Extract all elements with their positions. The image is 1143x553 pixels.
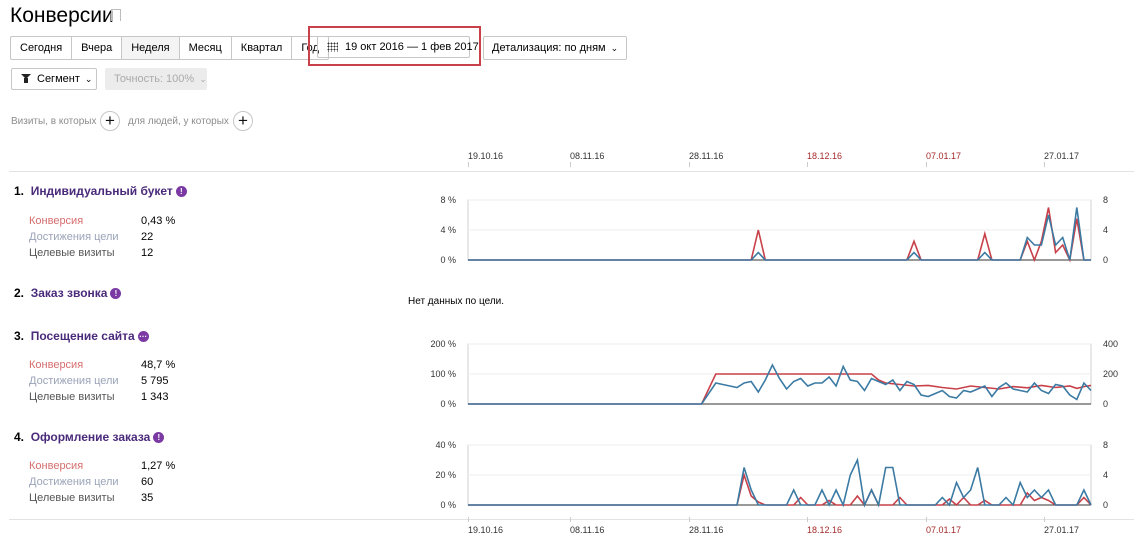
visits-series-line (468, 457, 1092, 508)
y-left-tick-label: 20 % (435, 470, 456, 480)
timeline-tick-label: 18.12.16 (807, 151, 842, 161)
conversion-value: 0,43 % (141, 215, 176, 227)
y-right-tick-label: 4 (1103, 225, 1108, 235)
achievements-value: 60 (141, 476, 154, 488)
conversion-label: Конверсия (29, 460, 84, 472)
timeline-tick-label: 07.01.17 (926, 525, 961, 535)
info-icon[interactable]: ! (175, 186, 187, 197)
goal-name: Оформление заказа (30, 430, 151, 444)
visits-label: Целевые визиты (29, 492, 115, 504)
visits-label: Целевые визиты (29, 247, 115, 259)
y-right-tick-label: 0 (1103, 255, 1108, 265)
info-icon[interactable]: ! (153, 432, 165, 443)
timeline-tick-label: 27.01.17 (1044, 151, 1079, 161)
y-right-tick-label: 0 (1103, 500, 1108, 510)
y-right-tick-label: 400 (1103, 339, 1118, 349)
conversion-label: Конверсия (29, 215, 84, 227)
timeline-tick-label: 28.11.16 (689, 151, 723, 161)
achievements-value: 22 (141, 231, 154, 243)
info-icon[interactable]: ! (110, 288, 122, 299)
goal-title-1[interactable]: 1. Индивидуальный букет! (14, 184, 187, 198)
y-right-tick-label: 200 (1103, 369, 1118, 379)
conversion-series-line (468, 207, 1091, 263)
no-data-message: Нет данных по цели. (408, 296, 505, 307)
goal-name: Посещение сайта (30, 329, 135, 343)
timeline-tick-label: 08.11.16 (570, 151, 604, 161)
timeline-tick-label: 18.12.16 (807, 525, 842, 535)
visits-value: 35 (141, 492, 154, 504)
visits-value: 1 343 (141, 391, 169, 403)
visits-series-line (468, 363, 1092, 405)
timeline-tick-label: 08.11.16 (570, 525, 604, 535)
conversion-value: 48,7 % (141, 359, 176, 371)
visits-value: 12 (141, 247, 154, 259)
timeline-tick-label: 19.10.16 (468, 151, 503, 161)
y-left-tick-label: 4 % (440, 225, 456, 235)
timeline-tick-label: 28.11.16 (689, 525, 723, 535)
achievements-label: Достижения цели (29, 375, 119, 387)
goal-title-2[interactable]: 2. Заказ звонка! (14, 286, 122, 300)
visits-label: Целевые визиты (29, 391, 115, 403)
y-left-tick-label: 0 % (440, 500, 456, 510)
y-right-tick-label: 8 (1103, 195, 1108, 205)
conversion-label: Конверсия (29, 359, 84, 371)
conversion-series-line (468, 472, 1092, 507)
y-left-tick-label: 100 % (430, 369, 456, 379)
y-right-tick-label: 8 (1103, 440, 1108, 450)
more-icon[interactable]: ··· (137, 331, 149, 342)
y-left-tick-label: 200 % (430, 339, 456, 349)
y-left-tick-label: 8 % (440, 195, 456, 205)
goal-name: Заказ звонка (30, 286, 108, 300)
achievements-label: Достижения цели (29, 231, 119, 243)
y-right-tick-label: 4 (1103, 470, 1108, 480)
achievements-value: 5 795 (141, 375, 169, 387)
timeline-tick-label: 07.01.17 (926, 151, 961, 161)
timeline-tick-label: 27.01.17 (1044, 525, 1079, 535)
goal-title-3[interactable]: 3. Посещение сайта ··· (14, 329, 149, 343)
visits-series-line (468, 207, 1091, 261)
goal-title-4[interactable]: 4. Оформление заказа! (14, 430, 165, 444)
conversion-value: 1,27 % (141, 460, 176, 472)
achievements-label: Достижения цели (29, 476, 119, 488)
y-left-tick-label: 0 % (440, 399, 456, 409)
y-left-tick-label: 40 % (435, 440, 456, 450)
y-left-tick-label: 0 % (440, 255, 456, 265)
goal-name: Индивидуальный букет (30, 184, 173, 198)
y-right-tick-label: 0 (1103, 399, 1108, 409)
timeline-tick-label: 19.10.16 (468, 525, 503, 535)
